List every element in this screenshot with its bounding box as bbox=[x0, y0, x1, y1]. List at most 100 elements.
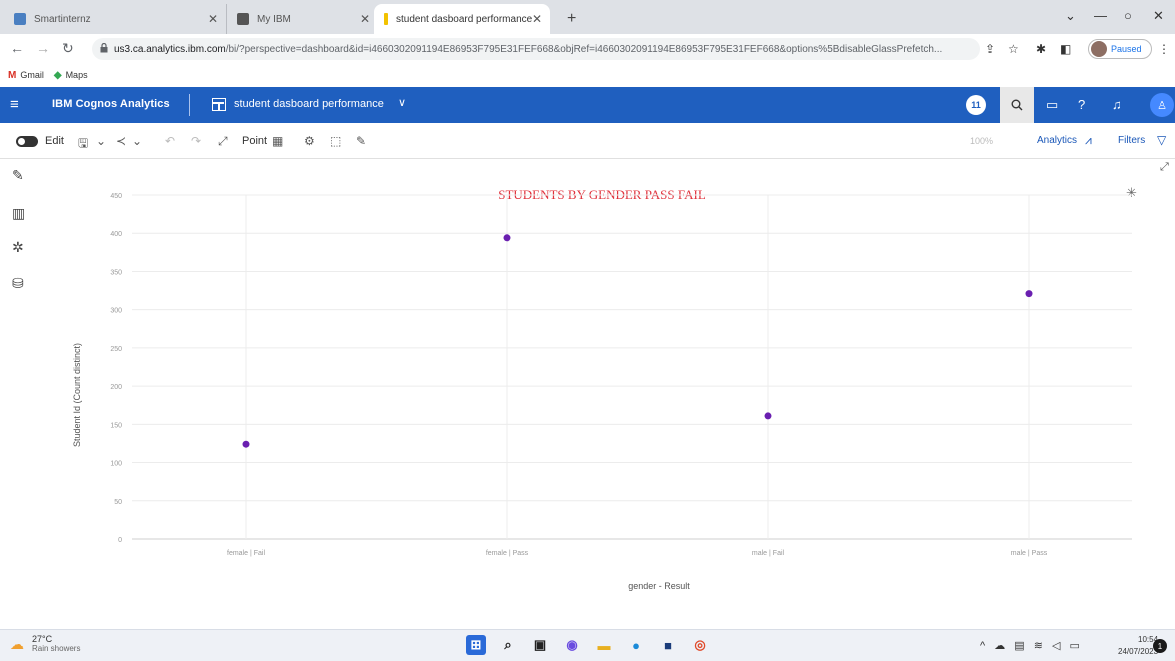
url-host: us3.ca.analytics.ibm.com bbox=[114, 43, 226, 55]
restore-icon[interactable]: ○ bbox=[1124, 8, 1132, 23]
profile-button[interactable]: Paused bbox=[1088, 39, 1152, 59]
analytics-button[interactable]: Analytics bbox=[1037, 135, 1077, 146]
data-point[interactable] bbox=[242, 440, 250, 448]
cognos-favicon-icon bbox=[384, 13, 388, 25]
help-icon[interactable]: ? bbox=[1078, 97, 1085, 112]
zoom-level[interactable]: 100% bbox=[970, 136, 993, 146]
data-sources-icon[interactable]: ⛁ bbox=[12, 275, 24, 292]
y-tick-label: 250 bbox=[110, 346, 122, 353]
file-explorer-icon[interactable]: ▬ bbox=[594, 635, 614, 655]
edit-label: Edit bbox=[45, 135, 64, 147]
x-axis-ticks: female | Fail female | Pass male | Fail mal… bbox=[227, 550, 1048, 557]
chat-icon[interactable]: ▭ bbox=[1046, 97, 1058, 113]
forward-icon[interactable]: → bbox=[36, 40, 50, 56]
chevron-down-icon[interactable]: ⌄ bbox=[96, 134, 106, 148]
y-tick-label: 50 bbox=[114, 499, 122, 506]
browser-tab-smartinternz[interactable]: Smartinternz ✕ bbox=[4, 4, 226, 34]
filters-button[interactable]: Filters bbox=[1118, 135, 1145, 146]
task-view-icon[interactable]: ▣ bbox=[530, 635, 550, 655]
save-icon[interactable]: 🖫 bbox=[78, 134, 88, 155]
search-button[interactable] bbox=[1000, 87, 1034, 123]
avatar bbox=[1091, 41, 1107, 57]
side-panel-icon[interactable]: ◧ bbox=[1060, 42, 1071, 56]
point-label[interactable]: Point bbox=[242, 135, 267, 147]
data-point[interactable] bbox=[1025, 290, 1033, 298]
weather-widget[interactable]: ☁ 27°C Rain showers bbox=[10, 634, 80, 654]
reload-icon[interactable]: ↻ bbox=[62, 40, 74, 57]
user-icon[interactable]: ♙ bbox=[1150, 93, 1174, 117]
pin-icon[interactable]: ✎ bbox=[12, 167, 24, 184]
browser-menu-icon[interactable]: ⋮ bbox=[1158, 42, 1170, 56]
browser-tab-my-ibm[interactable]: My IBM ✕ bbox=[226, 4, 378, 34]
y-tick-label: 300 bbox=[110, 308, 122, 315]
address-bar[interactable]: us3.ca.analytics.ibm.com /bi/?perspectiv… bbox=[92, 38, 980, 60]
chart-type-icon[interactable]: ▦ bbox=[272, 134, 283, 148]
y-tick-label: 400 bbox=[110, 231, 122, 238]
store-icon[interactable]: ■ bbox=[658, 635, 678, 655]
start-icon[interactable]: ⊞ bbox=[466, 635, 486, 655]
back-icon[interactable]: ← bbox=[10, 40, 24, 56]
y-tick-label: 150 bbox=[110, 422, 122, 429]
bookmark-maps[interactable]: ◆ Maps bbox=[54, 70, 88, 81]
tab-title: student dasboard performance bbox=[396, 13, 533, 25]
extensions-icon[interactable]: ✱ bbox=[1036, 42, 1046, 56]
scatter-chart: STUDENTS BY GENDER PASS FAIL 05010015020… bbox=[72, 187, 1132, 591]
edge-icon[interactable]: ● bbox=[626, 635, 646, 655]
tab-search-icon[interactable]: ⌄ bbox=[1065, 8, 1076, 24]
data-point[interactable] bbox=[764, 412, 772, 420]
menu-icon[interactable]: ≡ bbox=[10, 96, 19, 113]
windows-taskbar: ☁ 27°C Rain showers ⊞ ⌕ ▣ ◉ ▬ ● ■ ◎ ^ ☁ … bbox=[0, 629, 1175, 661]
redo-icon[interactable]: ↷ bbox=[191, 134, 201, 148]
pin-icon[interactable]: ✎ bbox=[356, 134, 366, 148]
tab-title: My IBM bbox=[257, 13, 291, 25]
temperature: 27°C bbox=[32, 634, 53, 644]
notification-badge[interactable]: 11 bbox=[966, 95, 986, 115]
url-path: /bi/?perspective=dashboard&id=i466030209… bbox=[225, 43, 943, 55]
bookmark-gmail[interactable]: M Gmail bbox=[8, 70, 44, 81]
new-tab-button[interactable]: + bbox=[567, 10, 576, 28]
fit-icon[interactable]: ⬚ bbox=[330, 134, 341, 148]
edit-toggle[interactable] bbox=[16, 136, 38, 147]
relationships-icon[interactable]: ✲ bbox=[12, 239, 24, 256]
maximize-widget-icon[interactable]: ⤢ bbox=[1160, 161, 1169, 174]
search-icon bbox=[1011, 99, 1023, 111]
chevron-down-icon[interactable]: ⌄ bbox=[132, 134, 142, 148]
analytics-chart-icon[interactable]: ⩘ bbox=[1085, 133, 1092, 148]
close-tab-icon[interactable]: ✕ bbox=[360, 12, 370, 26]
browser-tab-dashboard[interactable]: student dasboard performance ✕ bbox=[374, 4, 550, 34]
search-icon[interactable]: ⌕ bbox=[498, 635, 518, 655]
cognos-header: ≡ IBM Cognos Analytics student dasboard … bbox=[0, 87, 1175, 123]
dashboard-toolbar: Edit 🖫 ⌄ ≺ ⌄ ↶ ↷ ⤢ Point ▦ ⚙ ⬚ ✎ 100% An… bbox=[0, 123, 1175, 159]
x-tick-label: female | Pass bbox=[486, 550, 529, 557]
share-icon[interactable]: ⇪ bbox=[985, 42, 995, 56]
dashboard-title[interactable]: student dasboard performance bbox=[234, 98, 384, 110]
system-tray-icons[interactable]: ^ ☁ ▤ ≋ ◁ ▭ bbox=[980, 639, 1083, 652]
expand-icon[interactable]: ⤢ bbox=[218, 134, 228, 149]
close-tab-icon[interactable]: ✕ bbox=[208, 12, 218, 26]
visualizations-icon[interactable]: ▥ bbox=[12, 205, 25, 222]
share-icon[interactable]: ≺ bbox=[116, 134, 126, 148]
bookmark-label: Maps bbox=[65, 70, 88, 80]
chevron-down-icon[interactable]: ∨ bbox=[398, 96, 406, 109]
minimize-icon[interactable]: — bbox=[1094, 8, 1107, 23]
chat-icon[interactable]: ◉ bbox=[562, 635, 582, 655]
browser-tab-strip: Smartinternz ✕ My IBM ✕ student dasboard… bbox=[0, 0, 1175, 34]
notification-center-badge[interactable]: 1 bbox=[1153, 639, 1167, 653]
properties-icon[interactable]: ⚙ bbox=[304, 134, 315, 148]
lock-icon bbox=[100, 43, 108, 53]
bookmark-label: Gmail bbox=[20, 70, 44, 80]
x-axis-label: gender - Result bbox=[628, 581, 690, 591]
chart-grid bbox=[132, 194, 1132, 540]
y-tick-label: 0 bbox=[118, 537, 122, 544]
smartinternz-favicon-icon bbox=[14, 13, 26, 25]
chrome-icon[interactable]: ◎ bbox=[690, 635, 710, 655]
bookmarks-bar: M Gmail ◆ Maps bbox=[0, 64, 1175, 86]
undo-icon[interactable]: ↶ bbox=[165, 134, 175, 148]
close-window-icon[interactable]: ✕ bbox=[1153, 8, 1164, 24]
close-tab-icon[interactable]: ✕ bbox=[532, 12, 542, 26]
bookmark-star-icon[interactable]: ☆ bbox=[1008, 42, 1019, 56]
filter-icon[interactable]: ▽ bbox=[1157, 133, 1166, 147]
data-point[interactable] bbox=[503, 234, 511, 242]
bell-icon[interactable]: ♫ bbox=[1112, 97, 1122, 112]
profile-status: Paused bbox=[1111, 44, 1142, 54]
